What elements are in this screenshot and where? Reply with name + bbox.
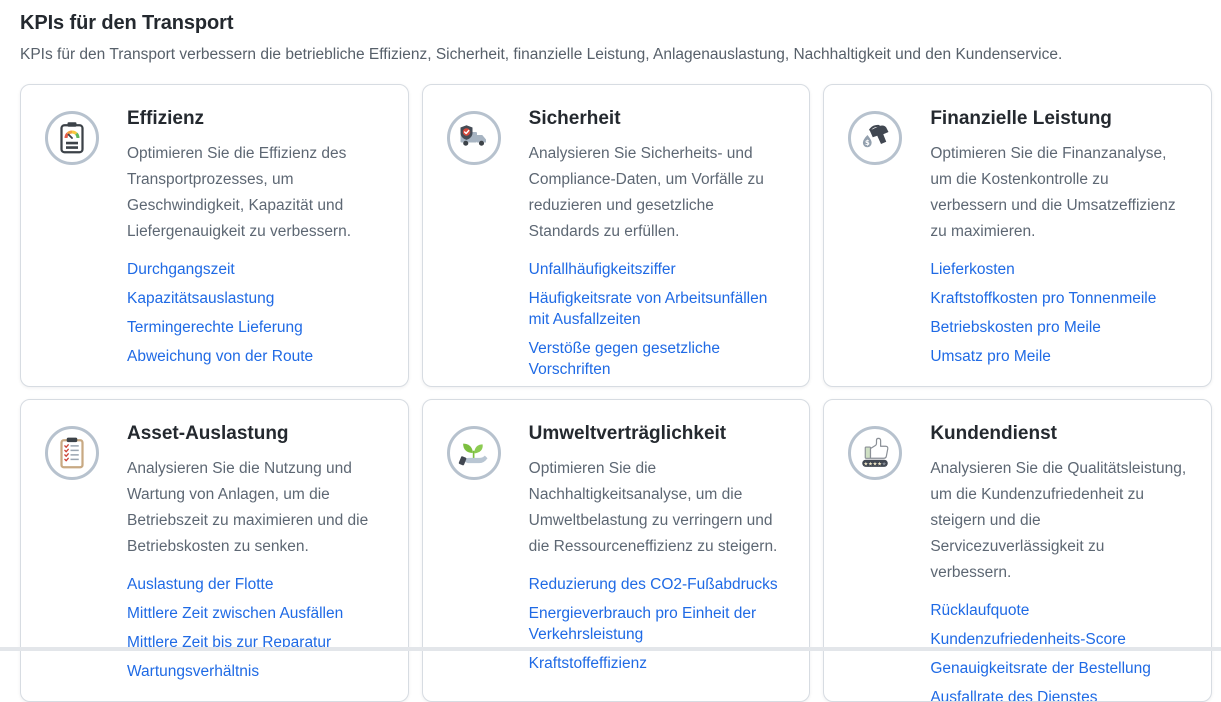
kpi-card-grid: Effizienz Optimieren Sie die Effizienz d… xyxy=(20,84,1212,702)
card-body: Finanzielle Leistung Optimieren Sie die … xyxy=(930,107,1187,364)
fuel-nozzle-dollar-icon xyxy=(857,120,893,156)
kpi-card-finanzielle-leistung: Finanzielle Leistung Optimieren Sie die … xyxy=(823,84,1212,387)
card-body: Kundendienst Analysieren Sie die Qualitä… xyxy=(930,422,1187,679)
kpi-link[interactable]: Verstöße gegen gesetzliche Vorschriften xyxy=(529,338,786,380)
shield-truck-icon xyxy=(456,120,492,156)
card-icon-circle xyxy=(447,426,501,480)
card-description: Analysieren Sie die Nutzung und Wartung … xyxy=(127,456,384,560)
kpi-link[interactable]: Umsatz pro Meile xyxy=(930,346,1187,367)
kpi-card-asset-auslastung: Asset-Auslastung Analysieren Sie die Nut… xyxy=(20,399,409,702)
kpi-link-list: Reduzierung des CO2-Fußabdrucks Energieve… xyxy=(529,574,786,674)
kpi-card-kundendienst: Kundendienst Analysieren Sie die Qualitä… xyxy=(823,399,1212,702)
kpi-link[interactable]: Wartungsverhältnis xyxy=(127,661,384,682)
card-title: Effizienz xyxy=(127,107,384,131)
card-description: Analysieren Sie Sicherheits- und Complia… xyxy=(529,141,786,245)
page-header: KPIs für den Transport KPIs für den Tran… xyxy=(0,0,1221,66)
card-icon-circle xyxy=(848,426,902,480)
card-icon-circle xyxy=(848,111,902,165)
card-description: Optimieren Sie die Nachhaltigkeitsanalys… xyxy=(529,456,786,560)
card-title: Sicherheit xyxy=(529,107,786,131)
kpi-link[interactable]: Auslastung der Flotte xyxy=(127,574,384,595)
card-body: Effizienz Optimieren Sie die Effizienz d… xyxy=(127,107,384,364)
kpi-link[interactable]: Ausfallrate des Dienstes xyxy=(930,687,1187,702)
kpi-card-umweltvertraeglichkeit: Umweltverträglichkeit Optimieren Sie die… xyxy=(422,399,811,702)
page-title: KPIs für den Transport xyxy=(20,10,1201,36)
kpi-link[interactable]: Rücklaufquote xyxy=(930,600,1187,621)
kpi-link[interactable]: Kraftstoffeffizienz xyxy=(529,653,786,674)
kpi-link[interactable]: Kraftstoffkosten pro Tonnenmeile xyxy=(930,288,1187,309)
kpi-card-sicherheit: Sicherheit Analysieren Sie Sicherheits- … xyxy=(422,84,811,387)
card-title: Kundendienst xyxy=(930,422,1187,446)
kpi-link[interactable]: Mittlere Zeit zwischen Ausfällen xyxy=(127,603,384,624)
card-icon-circle xyxy=(45,111,99,165)
card-body: Asset-Auslastung Analysieren Sie die Nut… xyxy=(127,422,384,679)
page-subtitle: KPIs für den Transport verbessern die be… xyxy=(20,44,1201,66)
kpi-link[interactable]: Termingerechte Lieferung xyxy=(127,317,384,338)
kpi-link[interactable]: Kapazitätsauslastung xyxy=(127,288,384,309)
kpi-link[interactable]: Energieverbrauch pro Einheit der Verkehr… xyxy=(529,603,786,645)
kpi-link[interactable]: Betriebskosten pro Meile xyxy=(930,317,1187,338)
kpi-link[interactable]: Genauigkeitsrate der Bestellung xyxy=(930,658,1187,679)
card-body: Sicherheit Analysieren Sie Sicherheits- … xyxy=(529,107,786,364)
kpi-link-list: Unfallhäufigkeitsziffer Häufigkeitsrate v… xyxy=(529,259,786,387)
kpi-link[interactable]: Durchgangszeit xyxy=(127,259,384,280)
kpi-link-list: RücklaufquoteKundenzufriedenheits-ScoreG… xyxy=(930,600,1187,702)
kpi-link[interactable]: Unfallhäufigkeitsziffer xyxy=(529,259,786,280)
kpi-link[interactable]: Abweichung von der Route xyxy=(127,346,384,367)
card-body: Umweltverträglichkeit Optimieren Sie die… xyxy=(529,422,786,679)
kpi-link[interactable]: Häufigkeitsrate von Arbeitsunfällen mit … xyxy=(529,288,786,330)
checklist-clipboard-icon xyxy=(54,435,90,471)
card-icon-circle xyxy=(447,111,501,165)
hand-sprout-icon xyxy=(456,435,492,471)
card-title: Finanzielle Leistung xyxy=(930,107,1187,131)
kpi-link-list: Durchgangszeit Kapazitätsauslastung Termin… xyxy=(127,259,384,367)
card-description: Optimieren Sie die Effizienz des Transpo… xyxy=(127,141,384,245)
card-title: Umweltverträglichkeit xyxy=(529,422,786,446)
card-description: Optimieren Sie die Finanzanalyse, um die… xyxy=(930,141,1187,245)
card-description: Analysieren Sie die Qualitätsleistung, u… xyxy=(930,456,1187,586)
kpi-link-list: Auslastung der Flotte Mittlere Zeit zwisc… xyxy=(127,574,384,682)
card-title: Asset-Auslastung xyxy=(127,422,384,446)
viewport-bottom-edge xyxy=(0,647,1221,651)
kpi-link[interactable]: Lieferkosten xyxy=(930,259,1187,280)
card-icon-circle xyxy=(45,426,99,480)
thumbs-up-stars-icon xyxy=(857,435,893,471)
kpi-card-effizienz: Effizienz Optimieren Sie die Effizienz d… xyxy=(20,84,409,387)
speedometer-clipboard-icon xyxy=(54,120,90,156)
kpi-link[interactable]: Reduzierung des CO2-Fußabdrucks xyxy=(529,574,786,595)
kpi-link-list: Lieferkosten Kraftstoffkosten pro Tonnenm… xyxy=(930,259,1187,367)
